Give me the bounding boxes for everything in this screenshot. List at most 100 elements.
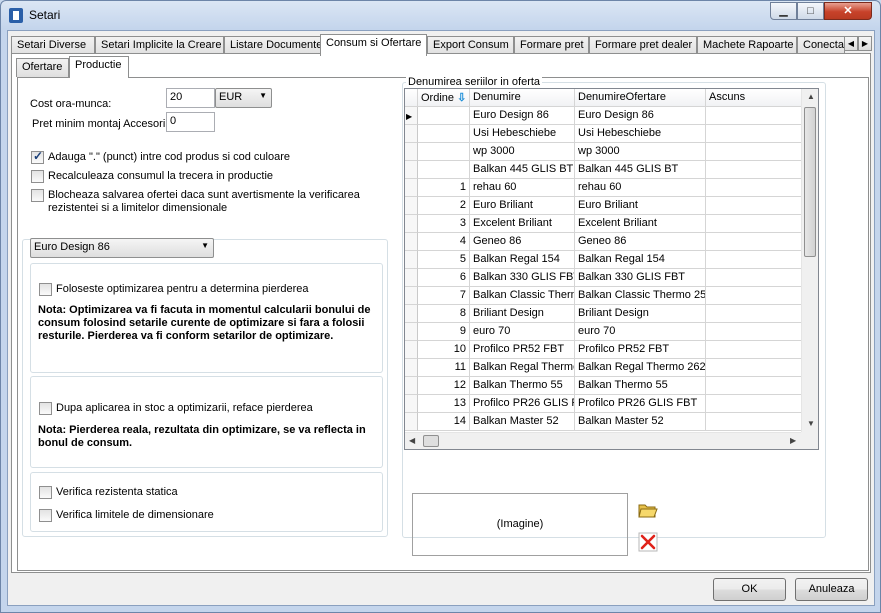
cell-ascuns[interactable] [706, 377, 803, 395]
row-selector[interactable] [405, 359, 418, 377]
table-row[interactable]: 2 Euro Briliant Euro Briliant [405, 197, 803, 215]
add-dot-checkbox[interactable]: Adauga "." (punct) intre cod produs si c… [31, 149, 290, 164]
table-row[interactable]: 5 Balkan Regal 154 Balkan Regal 154 [405, 251, 803, 269]
cell-ordine[interactable] [418, 107, 470, 125]
cell-denumire[interactable]: Briliant Design [470, 305, 575, 323]
checkbox-box[interactable] [39, 283, 52, 296]
table-row[interactable]: 9 euro 70 euro 70 [405, 323, 803, 341]
cell-denumire-ofertare[interactable]: Balkan 445 GLIS BT [575, 161, 706, 179]
cell-ascuns[interactable] [706, 251, 803, 269]
table-row[interactable]: 11 Balkan Regal Thermo Balkan Regal Thermo… [405, 359, 803, 377]
horizontal-scroll-thumb[interactable] [423, 435, 439, 447]
delete-x-icon[interactable] [637, 531, 659, 553]
cell-denumire-ofertare[interactable]: Balkan Regal 154 [575, 251, 706, 269]
vertical-scroll-thumb[interactable] [804, 107, 816, 257]
series-grid[interactable]: Ordine ⇩ Denumire DenumireOfertare Ascun… [404, 88, 819, 450]
row-selector[interactable] [405, 161, 418, 179]
cell-ordine[interactable]: 10 [418, 341, 470, 359]
block-save-checkbox[interactable]: Blocheaza salvarea ofertei daca sunt ave… [31, 189, 366, 215]
series-select[interactable]: Euro Design 86 ▼ [30, 238, 214, 258]
row-selector[interactable] [405, 251, 418, 269]
cell-ordine[interactable]: 7 [418, 287, 470, 305]
min-price-input[interactable]: 0 [166, 112, 215, 132]
col-header-denumire-ofertare[interactable]: DenumireOfertare [575, 89, 706, 107]
cell-ascuns[interactable] [706, 125, 803, 143]
recalc-checkbox[interactable]: Recalculeaza consumul la trecera in prod… [31, 170, 273, 183]
checkbox-box[interactable] [31, 170, 44, 183]
cell-ordine[interactable]: 4 [418, 233, 470, 251]
checkbox-box[interactable] [31, 149, 44, 164]
cell-ascuns[interactable] [706, 341, 803, 359]
cell-denumire[interactable]: Balkan 330 GLIS FBT [470, 269, 575, 287]
close-button[interactable]: ✕ [824, 2, 872, 20]
tab-scroll-right-icon[interactable]: ▶ [858, 36, 872, 51]
cell-denumire[interactable]: Balkan Thermo 55 [470, 377, 575, 395]
cell-denumire[interactable]: Profilco PR52 FBT [470, 341, 575, 359]
col-header-ordine[interactable]: Ordine ⇩ [418, 89, 470, 107]
table-row[interactable]: Usi Hebeschiebe Usi Hebeschiebe [405, 125, 803, 143]
cell-denumire[interactable]: Balkan Classic Thermo [470, 287, 575, 305]
table-row[interactable]: 10 Profilco PR52 FBT Profilco PR52 FBT [405, 341, 803, 359]
cell-ordine[interactable]: 5 [418, 251, 470, 269]
cell-ordine[interactable]: 14 [418, 413, 470, 431]
cell-denumire[interactable]: wp 3000 [470, 143, 575, 161]
cell-ascuns[interactable] [706, 143, 803, 161]
use-optimization-checkbox[interactable]: Foloseste optimizarea pentru a determina… [39, 283, 309, 296]
cell-denumire[interactable]: euro 70 [470, 323, 575, 341]
cell-ordine[interactable]: 1 [418, 179, 470, 197]
cell-denumire-ofertare[interactable]: Balkan Master 52 [575, 413, 706, 431]
cell-ordine[interactable] [418, 125, 470, 143]
table-row[interactable]: 3 Excelent Briliant Excelent Briliant [405, 215, 803, 233]
table-row[interactable]: 1 rehau 60 rehau 60 [405, 179, 803, 197]
cell-ascuns[interactable] [706, 161, 803, 179]
cell-ascuns[interactable] [706, 305, 803, 323]
cell-denumire-ofertare[interactable]: Geneo 86 [575, 233, 706, 251]
row-selector[interactable] [405, 215, 418, 233]
cell-denumire[interactable]: Euro Briliant [470, 197, 575, 215]
tab-consum-si-ofertare[interactable]: Consum si Ofertare [320, 34, 427, 56]
cell-denumire-ofertare[interactable]: rehau 60 [575, 179, 706, 197]
vertical-scrollbar[interactable]: ▲ ▼ [801, 89, 818, 432]
table-row[interactable]: Balkan 445 GLIS BT Balkan 445 GLIS BT [405, 161, 803, 179]
tab-productie[interactable]: Productie [69, 56, 129, 78]
cell-denumire[interactable]: Balkan Regal Thermo [470, 359, 575, 377]
checkbox-box[interactable] [39, 402, 52, 415]
cell-denumire-ofertare[interactable]: Profilco PR26 GLIS FBT [575, 395, 706, 413]
row-selector[interactable] [405, 179, 418, 197]
checkbox-box[interactable] [39, 486, 52, 499]
row-selector[interactable] [405, 287, 418, 305]
table-row[interactable]: ▶ Euro Design 86 Euro Design 86 [405, 107, 803, 125]
cell-ordine[interactable]: 11 [418, 359, 470, 377]
checkbox-box[interactable] [39, 509, 52, 522]
cell-denumire[interactable]: Balkan Master 52 [470, 413, 575, 431]
cell-denumire-ofertare[interactable]: euro 70 [575, 323, 706, 341]
cell-denumire-ofertare[interactable]: Profilco PR52 FBT [575, 341, 706, 359]
tab-ofertare[interactable]: Ofertare [16, 58, 69, 77]
table-row[interactable]: 7 Balkan Classic Thermo Balkan Classic The… [405, 287, 803, 305]
cell-denumire-ofertare[interactable]: wp 3000 [575, 143, 706, 161]
row-selector[interactable] [405, 323, 418, 341]
currency-select[interactable]: EUR ▼ [215, 88, 272, 108]
table-row[interactable]: 12 Balkan Thermo 55 Balkan Thermo 55 [405, 377, 803, 395]
cell-denumire[interactable]: Profilco PR26 GLIS FE [470, 395, 575, 413]
cell-ordine[interactable] [418, 143, 470, 161]
cell-ascuns[interactable] [706, 233, 803, 251]
table-row[interactable]: 6 Balkan 330 GLIS FBT Balkan 330 GLIS FBT [405, 269, 803, 287]
cell-denumire-ofertare[interactable]: Euro Design 86 [575, 107, 706, 125]
row-selector[interactable] [405, 269, 418, 287]
cell-ascuns[interactable] [706, 197, 803, 215]
cell-ordine[interactable]: 6 [418, 269, 470, 287]
cell-denumire[interactable]: Balkan Regal 154 [470, 251, 575, 269]
row-selector[interactable] [405, 377, 418, 395]
folder-open-icon[interactable] [637, 499, 659, 521]
title-bar[interactable]: Setari ▁ □ ✕ [1, 1, 880, 29]
cell-ordine[interactable]: 3 [418, 215, 470, 233]
horizontal-scrollbar[interactable]: ◀ ▶ [405, 432, 803, 449]
cell-ascuns[interactable] [706, 107, 803, 125]
row-selector[interactable] [405, 305, 418, 323]
cell-denumire-ofertare[interactable]: Balkan Classic Thermo 254 [575, 287, 706, 305]
row-selector[interactable] [405, 125, 418, 143]
cell-denumire[interactable]: rehau 60 [470, 179, 575, 197]
cell-ordine[interactable]: 9 [418, 323, 470, 341]
cell-denumire[interactable]: Usi Hebeschiebe [470, 125, 575, 143]
